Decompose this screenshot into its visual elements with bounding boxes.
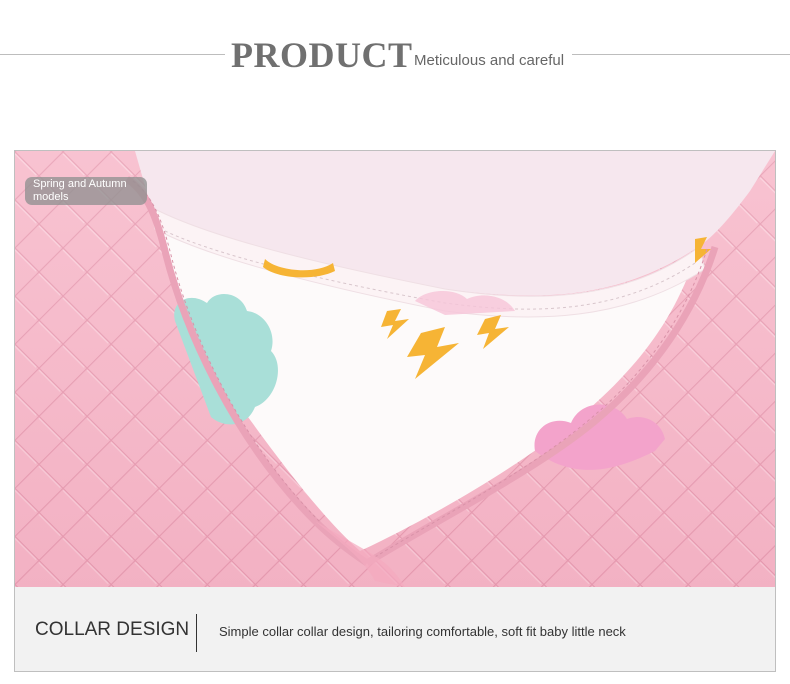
caption-bar: COLLAR DESIGN Simple collar collar desig… (15, 587, 775, 671)
product-photo: Spring and Autumn models (15, 151, 775, 587)
header-line-right (572, 54, 790, 55)
section-subtitle: Meticulous and careful (414, 52, 565, 69)
header-line-left (0, 54, 225, 55)
caption-divider (196, 614, 197, 652)
season-badge: Spring and Autumn models (25, 177, 147, 205)
section-title: PRODUCT (231, 35, 413, 75)
caption-title: COLLAR DESIGN (35, 619, 190, 640)
product-card: Spring and Autumn models COLLAR DESIGN S… (14, 150, 776, 672)
caption-text: Simple collar collar design, tailoring c… (219, 624, 626, 639)
